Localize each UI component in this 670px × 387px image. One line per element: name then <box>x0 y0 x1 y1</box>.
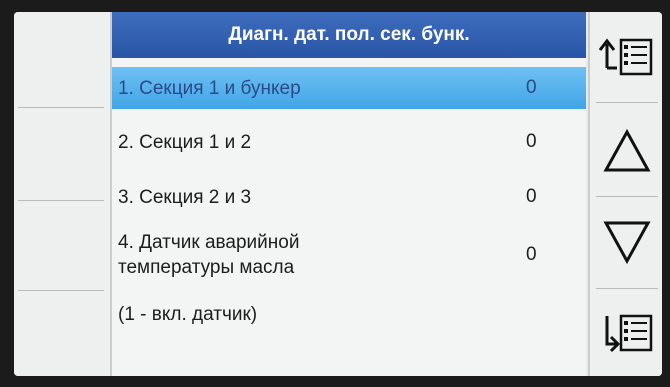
list-item-2[interactable]: 2. Секция 1 и 2 0 <box>112 122 586 162</box>
menu-up-icon <box>598 38 653 76</box>
right-softkey-column <box>588 12 662 376</box>
divider <box>596 196 658 197</box>
list-item-value: 0 <box>526 77 537 98</box>
left-softkey-2[interactable] <box>14 108 110 188</box>
divider <box>18 200 104 201</box>
list-item-label-line1: 4. Датчик аварийной <box>118 232 300 253</box>
left-softkey-column <box>14 12 112 376</box>
left-softkey-3[interactable] <box>14 202 110 282</box>
left-softkey-4[interactable] <box>14 292 110 372</box>
list-item-label: 4. Датчик аварийной температуры масла <box>112 230 299 280</box>
scroll-up-button[interactable] <box>590 107 662 195</box>
list-item-value: 0 <box>526 131 537 152</box>
menu-up-button[interactable] <box>590 12 662 100</box>
legend-note: (1 - вкл. датчик) <box>118 304 258 325</box>
list-item-3[interactable]: 3. Секция 2 и 3 0 <box>112 177 586 217</box>
scroll-down-button[interactable] <box>590 198 662 286</box>
list-item-label: 1. Секция 1 и бункер <box>118 77 301 99</box>
triangle-down-icon <box>603 221 651 265</box>
main-panel: Диагн. дат. пол. сек. бунк. 1. Секция 1 … <box>112 12 586 376</box>
menu-down-button[interactable] <box>590 288 662 376</box>
device-screen: Диагн. дат. пол. сек. бунк. 1. Секция 1 … <box>14 12 662 376</box>
list-item-label-line2: температуры масла <box>118 257 295 278</box>
page-title: Диагн. дат. пол. сек. бунк. <box>112 12 586 58</box>
list-item-value: 0 <box>526 186 537 207</box>
divider <box>18 290 104 291</box>
list-item-1[interactable]: 1. Секция 1 и бункер 0 <box>112 67 586 109</box>
menu-down-icon <box>605 314 653 353</box>
list-item-value: 0 <box>526 244 537 265</box>
left-softkey-1[interactable] <box>14 12 110 92</box>
triangle-up-icon <box>603 128 651 172</box>
list-item-4[interactable]: 4. Датчик аварийной температуры масла 0 <box>112 226 586 284</box>
list-item-label: 3. Секция 2 и 3 <box>118 186 252 208</box>
divider <box>596 102 658 103</box>
list-item-label: 2. Секция 1 и 2 <box>118 131 252 153</box>
